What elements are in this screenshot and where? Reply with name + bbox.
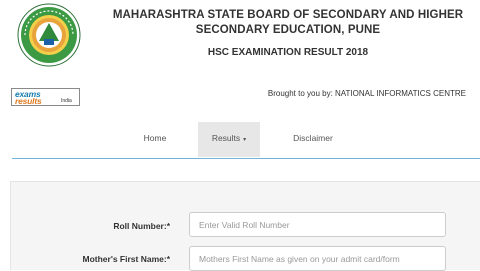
nav-home[interactable]: Home xyxy=(130,122,180,157)
nav-results-label: Results xyxy=(211,133,241,143)
main-nav: Home Results ▾ Disclaimer xyxy=(0,122,480,157)
exams-results-india-logo[interactable]: exams results India xyxy=(11,88,80,106)
roll-number-input[interactable] xyxy=(189,212,446,237)
mother-first-name-input[interactable] xyxy=(189,246,446,271)
board-seal-logo xyxy=(17,3,81,67)
exam-title: HSC EXAMINATION RESULT 2018 xyxy=(207,47,369,58)
nav-underline-divider xyxy=(12,158,480,159)
nav-disclaimer-label: Disclaimer xyxy=(293,133,333,143)
nav-home-label: Home xyxy=(143,133,167,143)
nav-results-dropdown[interactable]: Results ▾ xyxy=(198,122,260,157)
brought-to-you-by-text: Brought to you by: NATIONAL INFORMATICS … xyxy=(267,89,466,98)
roll-number-label: Roll Number:* xyxy=(113,221,170,231)
logo-text-india: India xyxy=(61,98,72,104)
nav-disclaimer[interactable]: Disclaimer xyxy=(278,122,348,157)
logo-text-results: results xyxy=(15,96,42,106)
mother-first-name-label: Mother's First Name:* xyxy=(82,254,170,264)
caret-down-icon: ▾ xyxy=(243,137,247,143)
board-title: MAHARASHTRA STATE BOARD OF SECONDARY AND… xyxy=(112,9,464,36)
